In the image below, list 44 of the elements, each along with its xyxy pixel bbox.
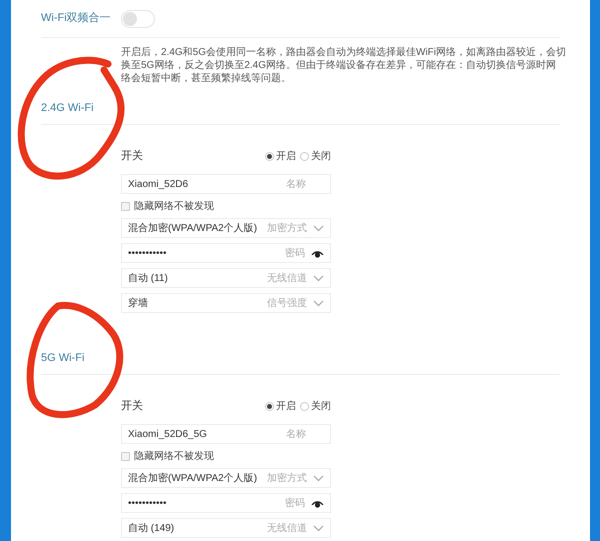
- description-text: 开启后，2.4G和5G会使用同一名称，路由器会自动为终端选择最佳WiFi网络，如离路由器较近，会切换至5G网络，反之会切换至2.4G网络。但由于终端设备存在差异，可能存在：自动切换信号源时网络会短暂中断，甚至频繁掉线等问题。: [121, 46, 566, 85]
- field-tag: 密码: [285, 246, 305, 260]
- radio-label: 开启: [276, 400, 296, 414]
- radio-button[interactable]: [265, 402, 274, 410]
- dropdown-field[interactable]: 自动 (11) 无线信道: [121, 268, 331, 288]
- password-field[interactable]: ••••••••••• 密码: [121, 243, 331, 263]
- field-tag: 名称: [286, 426, 306, 442]
- input-field[interactable]: Xiaomi_52D6_5G 名称: [121, 424, 331, 444]
- radio-label: 关闭: [311, 150, 331, 164]
- dropdown-field[interactable]: 穿墙 信号强度: [121, 293, 331, 313]
- section-title: 2.4G Wi-Fi: [41, 101, 94, 116]
- chevron-down-icon: [313, 524, 324, 532]
- setting-label: 开关: [121, 148, 143, 164]
- checkbox[interactable]: [121, 202, 130, 210]
- dropdown-field[interactable]: 自动 (149) 无线信道: [121, 518, 331, 538]
- password-field[interactable]: ••••••••••• 密码: [121, 493, 331, 513]
- dropdown-field[interactable]: 混合加密(WPA/WPA2个人版) 加密方式: [121, 468, 331, 488]
- chevron-down-icon: [313, 274, 324, 282]
- field-tag: 密码: [285, 496, 305, 510]
- eye-icon[interactable]: [311, 248, 324, 258]
- setting-label: Wi-Fi双频合一: [41, 11, 112, 26]
- field-tag: 加密方式: [267, 470, 307, 486]
- radio-button[interactable]: [300, 402, 309, 410]
- eye-icon[interactable]: [311, 498, 324, 508]
- checkbox-label: 隐藏网络不被发现: [134, 450, 214, 464]
- input-field[interactable]: Xiaomi_52D6 名称: [121, 174, 331, 194]
- dropdown-field[interactable]: 混合加密(WPA/WPA2个人版) 加密方式: [121, 218, 331, 238]
- field-tag: 信号强度: [267, 296, 307, 310]
- chevron-down-icon: [313, 300, 324, 306]
- section-title: 5G Wi-Fi: [41, 351, 84, 366]
- radio-label: 关闭: [311, 400, 331, 414]
- toggle-switch[interactable]: [121, 10, 155, 28]
- field-tag: 无线信道: [267, 270, 307, 286]
- chevron-down-icon: [313, 224, 324, 232]
- radio-label: 开启: [276, 150, 296, 164]
- radio-button[interactable]: [300, 152, 309, 160]
- field-tag: 名称: [286, 176, 306, 192]
- checkbox-label: 隐藏网络不被发现: [134, 200, 214, 214]
- field-tag: 无线信道: [267, 520, 307, 536]
- chevron-down-icon: [313, 474, 324, 482]
- field-tag: 加密方式: [267, 220, 307, 236]
- checkbox[interactable]: [121, 452, 130, 460]
- setting-label: 开关: [121, 398, 143, 414]
- radio-button[interactable]: [265, 152, 274, 160]
